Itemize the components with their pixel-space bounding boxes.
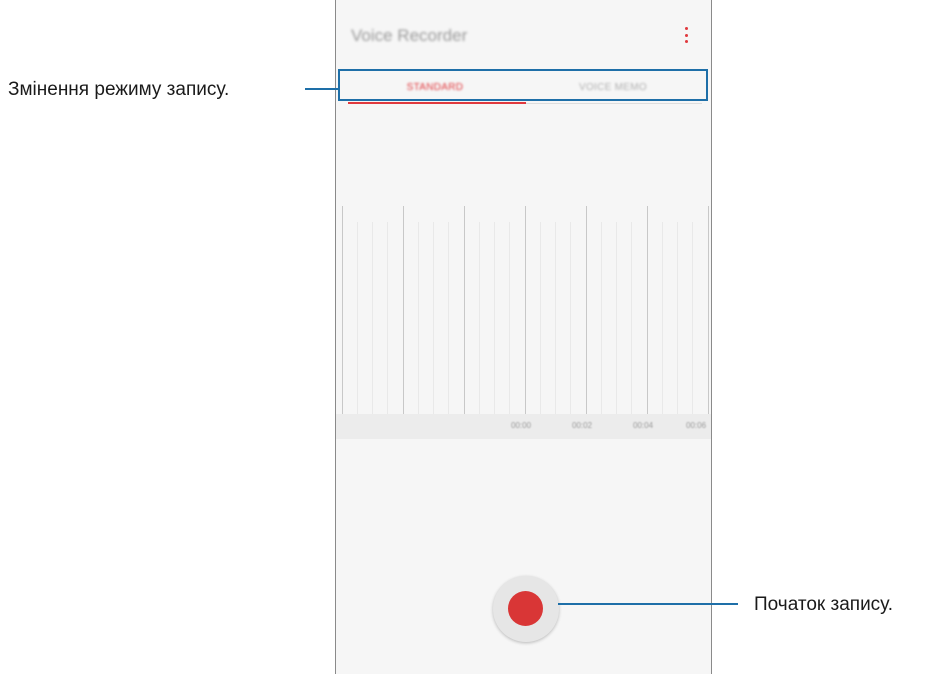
callout-record-text: Початок запису. xyxy=(754,594,894,615)
manual-page: Voice Recorder STANDARD VOICE MEMO 00:00… xyxy=(0,0,936,674)
phone-screen: Voice Recorder STANDARD VOICE MEMO 00:00… xyxy=(335,0,712,674)
waveform-gridline xyxy=(403,206,404,414)
callout-mode-box xyxy=(338,69,708,101)
waveform-area xyxy=(342,206,709,414)
callout-mode-line xyxy=(305,88,339,90)
waveform-gridline xyxy=(464,206,465,414)
selected-tab-indicator xyxy=(348,102,526,104)
time-label: 00:00 xyxy=(511,421,532,430)
waveform-gridline xyxy=(342,206,343,414)
time-label: 00:04 xyxy=(633,421,654,430)
callout-record-line xyxy=(558,603,738,605)
record-icon xyxy=(508,591,543,626)
app-title: Voice Recorder xyxy=(351,26,468,45)
callout-mode-text: Змінення режиму запису. xyxy=(8,79,230,100)
waveform-gridline xyxy=(525,206,526,414)
waveform-gridline xyxy=(647,206,648,414)
waveform-gridline xyxy=(708,206,709,414)
time-label: 00:06 xyxy=(686,421,707,430)
tab-divider xyxy=(526,103,702,104)
waveform-gridline xyxy=(586,206,587,414)
more-options-button[interactable] xyxy=(676,24,696,46)
more-vertical-icon xyxy=(684,27,688,30)
record-button[interactable] xyxy=(493,576,559,642)
time-label: 00:02 xyxy=(572,421,593,430)
